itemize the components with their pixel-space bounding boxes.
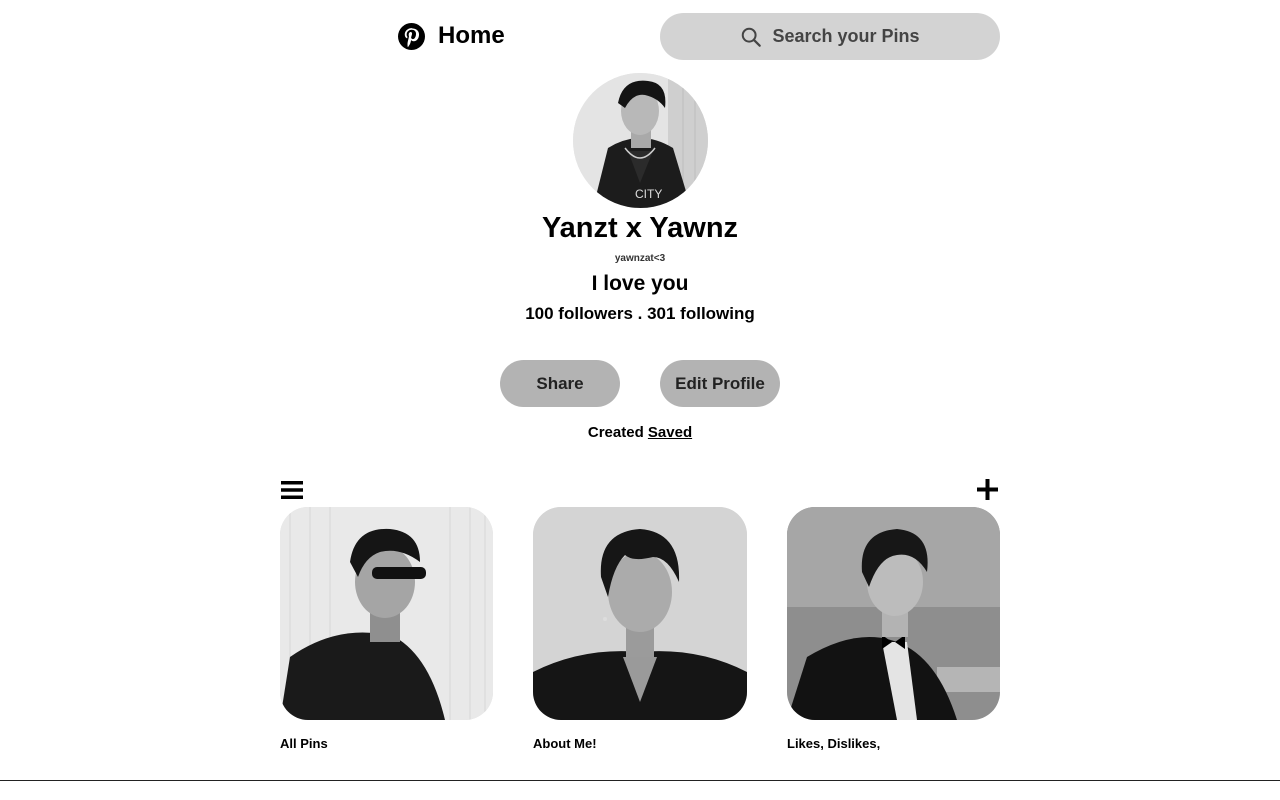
follow-stats[interactable]: 100 followers . 301 following	[0, 304, 1280, 324]
board-title[interactable]: All Pins	[280, 736, 493, 752]
board-title[interactable]: About Me!	[533, 736, 747, 752]
edit-profile-button[interactable]: Edit Profile	[660, 360, 780, 407]
board-cover-image[interactable]	[280, 507, 493, 720]
top-bar: Home Search your Pins	[0, 0, 1280, 72]
svg-text:CITY: CITY	[635, 187, 662, 201]
board-title[interactable]: Likes, Dislikes,	[787, 736, 1000, 752]
plus-icon[interactable]	[977, 479, 998, 500]
search-placeholder[interactable]: Search your Pins	[772, 26, 919, 47]
search-icon	[742, 27, 762, 47]
board-card-all-pins[interactable]: All Pins	[280, 507, 493, 752]
tab-saved[interactable]: Saved	[648, 424, 692, 441]
hamburger-menu-icon[interactable]	[281, 480, 303, 500]
board-cover-image[interactable]	[787, 507, 1000, 720]
profile-handle: yawnzat<3	[614, 253, 666, 264]
search-input[interactable]: Search your Pins	[660, 13, 1000, 60]
home-link[interactable]: Home	[398, 22, 505, 50]
avatar[interactable]: CITY	[573, 73, 708, 208]
home-label[interactable]: Home	[438, 22, 505, 50]
tab-created[interactable]: Created	[588, 424, 644, 441]
board-cover-image[interactable]	[533, 507, 747, 720]
profile-bio: I love you	[591, 272, 689, 295]
pinterest-logo-icon[interactable]	[398, 22, 425, 50]
board-card-likes-dislikes[interactable]: Likes, Dislikes,	[787, 507, 1000, 752]
profile-name: Yanzt x Yawnz	[541, 212, 739, 244]
board-card-about-me[interactable]: About Me!	[533, 507, 747, 752]
profile-tabs: Created Saved	[0, 424, 1280, 442]
bottom-divider	[0, 780, 1280, 781]
share-button[interactable]: Share	[500, 360, 620, 407]
